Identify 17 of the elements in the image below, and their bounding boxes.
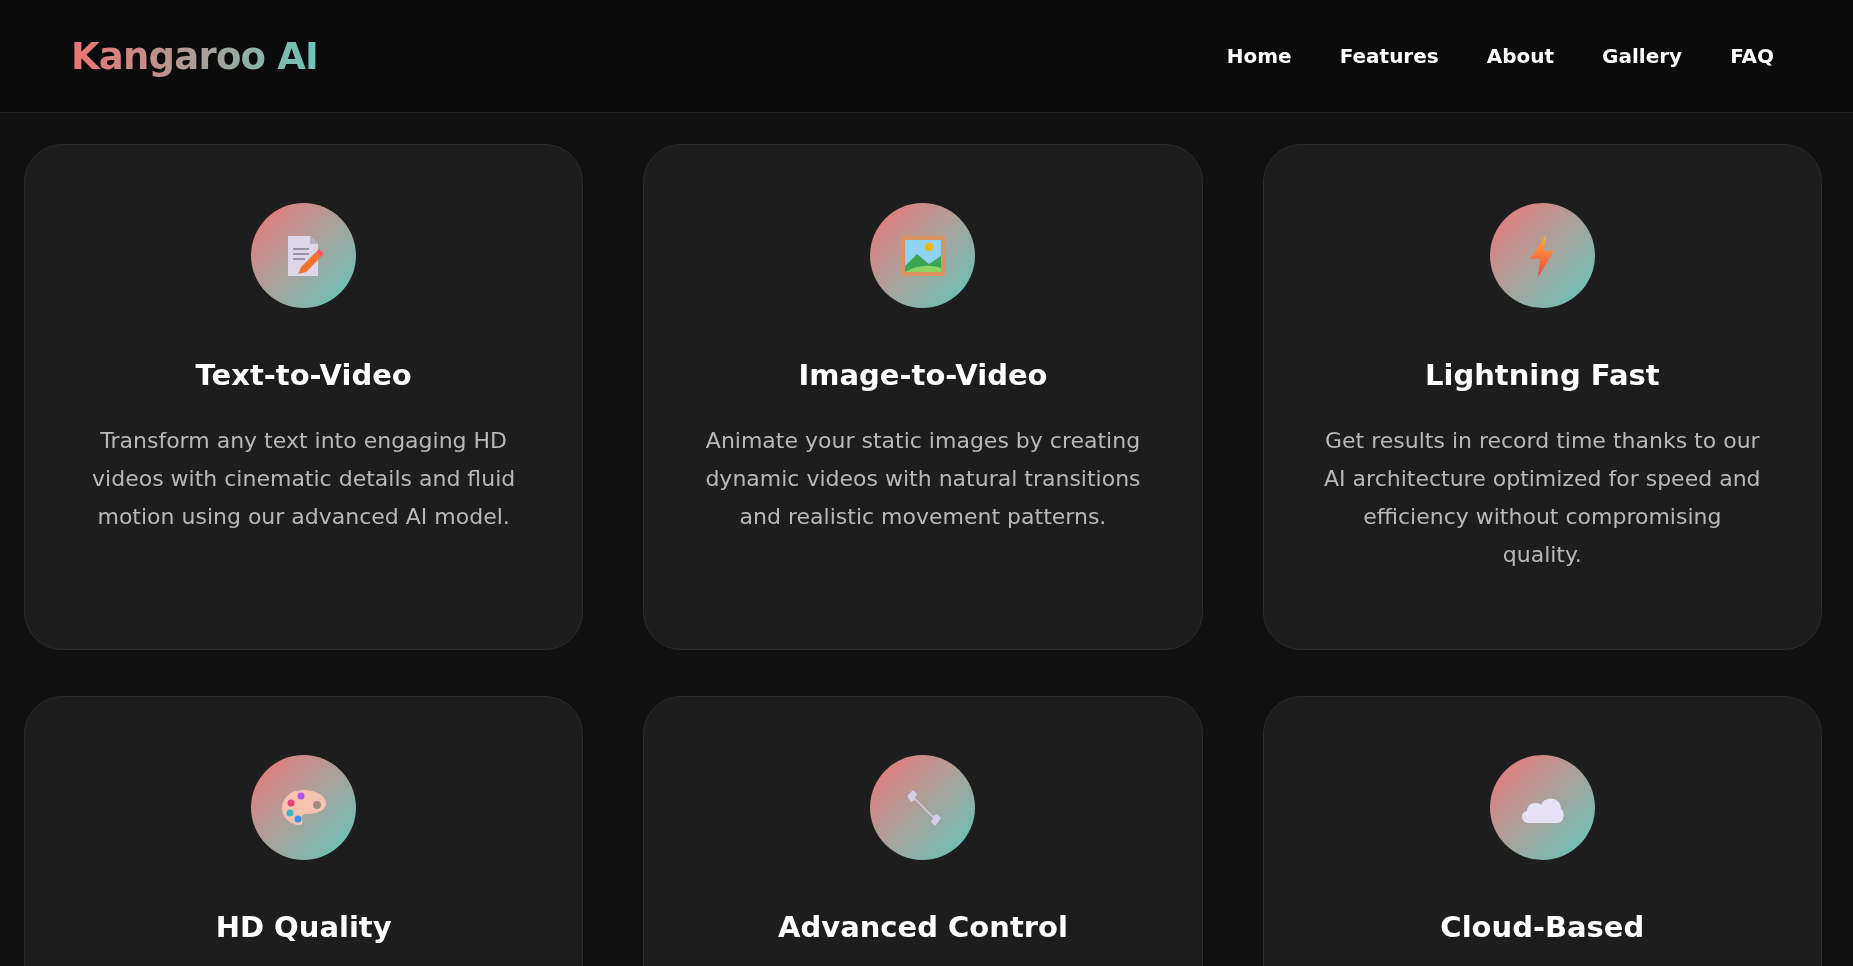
nav-link[interactable]: FAQ [1730, 44, 1774, 68]
feature-title: HD Quality [215, 910, 392, 944]
feature-title: Text-to-Video [195, 358, 412, 392]
framed-picture-icon [901, 235, 945, 276]
palette-icon [280, 788, 327, 827]
nav-link[interactable]: Features [1339, 44, 1439, 68]
lightning-icon [1530, 234, 1555, 277]
feature-description: Get results in record time thanks to our AI architecture optimized for speed and efficiency without compromising quality. [1323, 427, 1762, 569]
feature-description: Transform any text into engaging HD videos with cinematic details and fluid motion using our advanced AI model. [91, 427, 517, 531]
feature-title: Cloud-Based [1440, 910, 1645, 944]
feature-title: Image-to-Video [798, 358, 1048, 392]
nav-link[interactable]: Gallery [1602, 44, 1683, 68]
nav-link[interactable]: Home [1226, 44, 1292, 68]
feature-title: Lightning Fast [1425, 358, 1660, 392]
feature-title: Advanced Control [778, 910, 1068, 944]
nav-link[interactable]: About [1486, 44, 1555, 68]
feature-description: Animate your static images by creating dynamic videos with natural transitions and realistic movement patterns. [704, 427, 1142, 531]
